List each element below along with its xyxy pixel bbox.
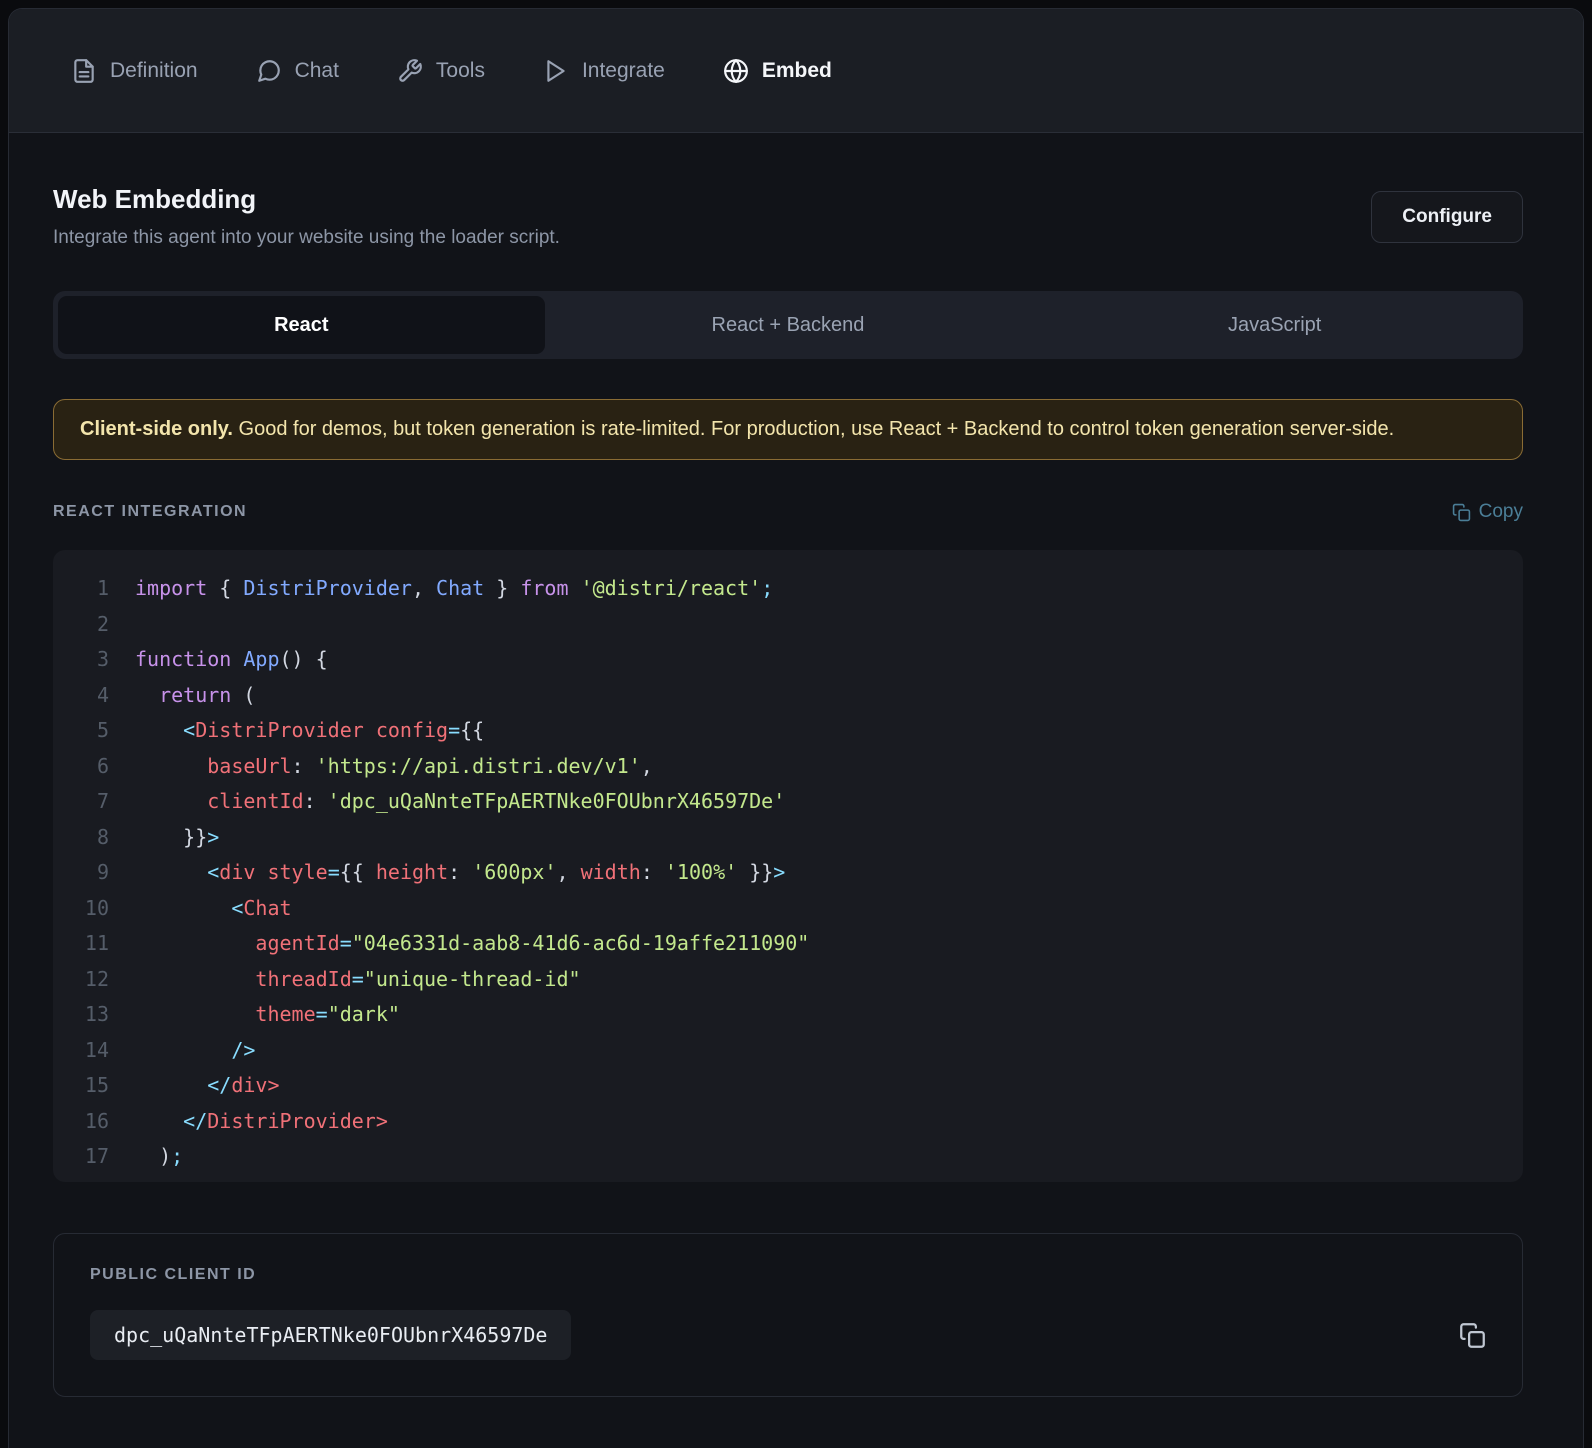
framework-switcher: React React + Backend JavaScript	[53, 291, 1523, 359]
line-number: 15	[84, 1073, 109, 1097]
line-number: 5	[96, 718, 109, 742]
code-line-content: <DistriProvider config={{	[183, 718, 485, 742]
code-line: 10 <Chat	[53, 891, 1523, 927]
public-client-id-value: dpc_uQaNnteTFpAERTNke0FOUbnrX46597De	[90, 1310, 572, 1360]
page-header: Web Embedding Integrate this agent into …	[53, 184, 1523, 249]
code-section-header: REACT INTEGRATION Copy	[53, 501, 1523, 523]
tab-embed[interactable]: Embed	[723, 58, 832, 84]
code-line-content: baseUrl: 'https://api.distri.dev/v1',	[207, 753, 653, 778]
copy-icon	[1452, 503, 1471, 522]
copy-icon	[1459, 1322, 1486, 1349]
line-number: 10	[84, 895, 109, 920]
public-client-id-label: PUBLIC CLIENT ID	[90, 1266, 257, 1283]
line-number: 17	[84, 1144, 109, 1168]
line-number: 1	[96, 576, 109, 600]
agent-panel: Definition Chat Tools Integrate Embed Web Em…	[8, 8, 1584, 1448]
line-number: 13	[84, 1002, 109, 1026]
wrench-icon	[397, 58, 423, 84]
code-line-content: function App() {	[135, 647, 328, 671]
line-number: 6	[96, 753, 109, 778]
code-line: 11 agentId="04e6331d-aab8-41d6-ac6d-19af…	[53, 926, 1523, 962]
code-line: 5 <DistriProvider config={{	[53, 713, 1523, 749]
code-block: 1 import { DistriProvider, Chat } from '@…	[53, 550, 1523, 1182]
warning-text: Good for demos, but token generation is …	[232, 418, 1395, 440]
code-line: 3 function App() {	[53, 642, 1523, 678]
code-line: 9 <div style={{ height: '600px', width: …	[53, 855, 1523, 891]
segment-react[interactable]: React	[58, 296, 545, 354]
code-line-content: </DistriProvider>	[183, 1108, 388, 1133]
code-line-content: threadId="unique-thread-id"	[255, 966, 581, 991]
code-line-content: agentId="04e6331d-aab8-41d6-ac6d-19affe2…	[255, 931, 810, 955]
line-number: 8	[96, 824, 109, 849]
page-title: Web Embedding	[53, 184, 257, 214]
line-number: 9	[96, 860, 109, 884]
code-line: 13 theme="dark"	[53, 997, 1523, 1033]
code-line: 8 }}>	[53, 820, 1523, 856]
tab-tools[interactable]: Tools	[397, 58, 485, 84]
line-number: 2	[96, 611, 109, 636]
line-number: 14	[84, 1037, 109, 1062]
copy-code-label: Copy	[1478, 501, 1523, 522]
tab-definition[interactable]: Definition	[71, 58, 198, 84]
code-line-content: theme="dark"	[255, 1002, 400, 1026]
line-number: 3	[96, 647, 109, 671]
play-icon	[543, 58, 569, 84]
line-number: 18	[53, 1175, 135, 1183]
client-side-warning: Client-side only. Good for demos, but to…	[53, 399, 1523, 460]
line-number: 16	[84, 1108, 109, 1133]
code-line: 17 );	[53, 1139, 1523, 1175]
code-line: 16 </DistriProvider>	[53, 1104, 1523, 1140]
code-line: 1 import { DistriProvider, Chat } from '@…	[53, 571, 1523, 607]
code-line-content: );	[135, 1144, 184, 1168]
code-line: 4 return (	[53, 678, 1523, 714]
copy-code-button[interactable]: Copy	[1452, 501, 1523, 523]
segment-javascript[interactable]: JavaScript	[1031, 296, 1518, 354]
chat-bubble-icon	[256, 58, 282, 84]
code-line-content: />	[231, 1037, 256, 1062]
code-line: 7 clientId: 'dpc_uQaNnteTFpAERTNke0FOUbn…	[53, 784, 1523, 820]
code-line: 6 baseUrl: 'https://api.distri.dev/v1',	[53, 749, 1523, 785]
line-number: 4	[96, 682, 109, 707]
code-line: 15 </div>	[53, 1068, 1523, 1104]
public-client-id-card: PUBLIC CLIENT ID dpc_uQaNnteTFpAERTNke0F…	[53, 1233, 1523, 1397]
file-text-icon	[71, 58, 97, 84]
globe-icon	[723, 58, 749, 84]
segment-react-backend[interactable]: React + Backend	[545, 296, 1032, 354]
code-line-content: <div style={{ height: '600px', width: '1…	[207, 860, 786, 884]
line-number: 12	[84, 966, 109, 991]
code-line-content: <Chat	[231, 895, 292, 920]
line-number: 7	[96, 789, 109, 813]
public-client-id-row: dpc_uQaNnteTFpAERTNke0FOUbnrX46597De	[90, 1310, 1486, 1360]
code-line-content: import { DistriProvider, Chat } from '@d…	[135, 576, 774, 600]
page-subtitle: Integrate this agent into your website u…	[53, 227, 560, 248]
code-line-content: </div>	[207, 1073, 280, 1097]
tab-integrate[interactable]: Integrate	[543, 58, 665, 84]
tab-chat[interactable]: Chat	[256, 58, 339, 84]
code-line-content: return (	[159, 682, 256, 707]
embed-page: Web Embedding Integrate this agent into …	[9, 184, 1583, 1397]
code-line: 2	[53, 607, 1523, 643]
tab-bar: Definition Chat Tools Integrate Embed	[9, 9, 1583, 133]
page-header-text: Web Embedding Integrate this agent into …	[53, 184, 560, 249]
code-line-content: }}>	[135, 824, 220, 849]
warning-bold-text: Client-side only.	[80, 418, 233, 440]
code-line-content: clientId: 'dpc_uQaNnteTFpAERTNke0FOUbnrX…	[207, 789, 786, 813]
code-line: 18}	[53, 1175, 1523, 1183]
code-line: 14 />	[53, 1033, 1523, 1069]
configure-button[interactable]: Configure	[1371, 190, 1523, 243]
code-line-content: }	[135, 1175, 147, 1183]
code-line: 12 threadId="unique-thread-id"	[53, 962, 1523, 998]
copy-client-id-button[interactable]	[1459, 1322, 1486, 1349]
line-number: 11	[84, 931, 109, 955]
code-section-label: REACT INTEGRATION	[53, 503, 248, 520]
